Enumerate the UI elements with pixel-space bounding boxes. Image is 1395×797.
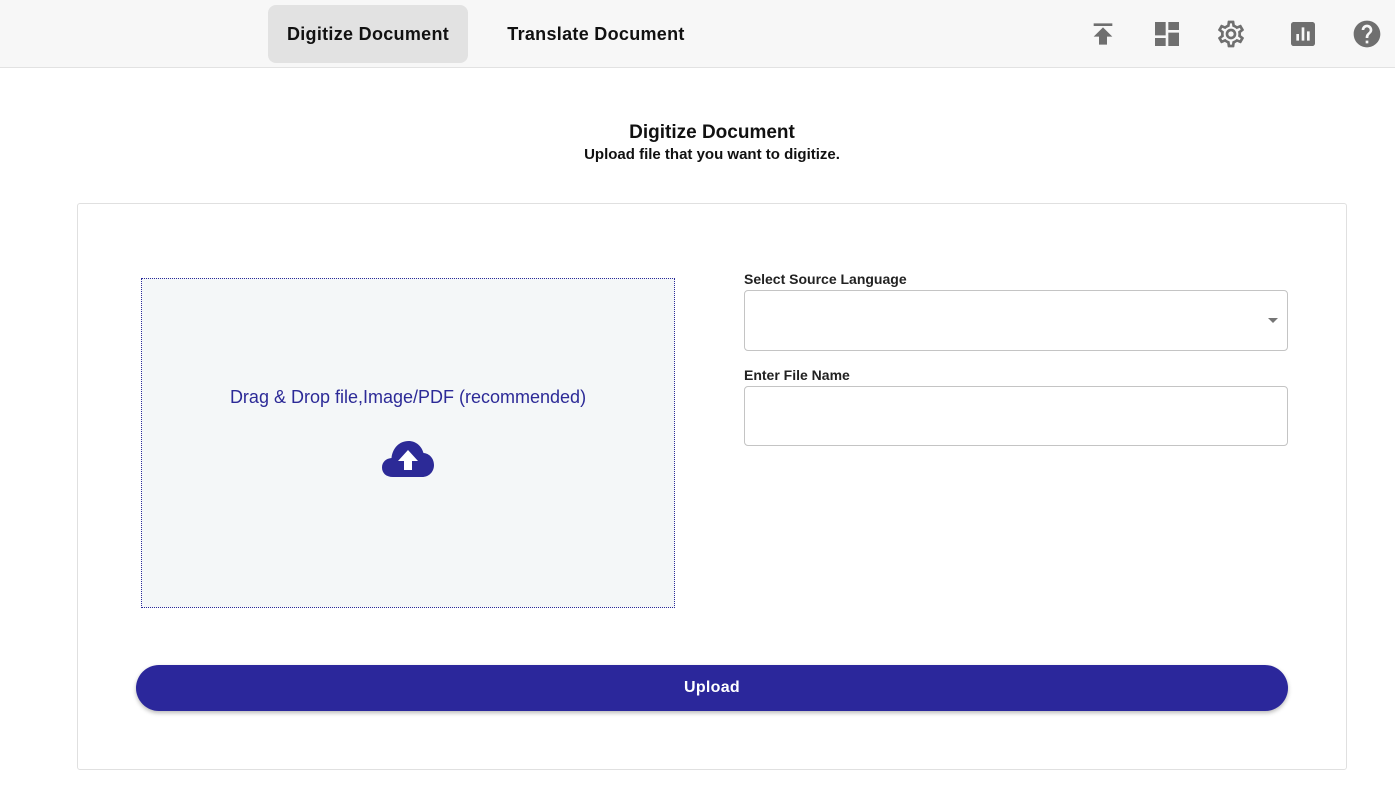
top-navigation-bar: Digitize Document Translate Document xyxy=(0,0,1395,68)
upload-icon[interactable] xyxy=(1087,18,1119,50)
dropzone-instructions: Drag & Drop file,Image/PDF (recommended) xyxy=(229,387,587,407)
chevron-down-icon xyxy=(1265,316,1281,326)
analytics-icon[interactable] xyxy=(1287,18,1319,50)
file-name-input[interactable] xyxy=(744,386,1288,446)
settings-icon[interactable] xyxy=(1215,18,1247,50)
page-title: Digitize Document xyxy=(629,122,795,143)
source-language-select[interactable] xyxy=(744,290,1288,351)
cloud-upload-icon xyxy=(382,439,434,479)
upload-button[interactable]: Upload xyxy=(136,665,1288,711)
dashboard-icon[interactable] xyxy=(1151,18,1183,50)
file-dropzone[interactable]: Drag & Drop file,Image/PDF (recommended) xyxy=(141,278,675,608)
tab-translate-document[interactable]: Translate Document xyxy=(490,5,702,63)
tab-digitize-document[interactable]: Digitize Document xyxy=(268,5,468,63)
source-language-label: Select Source Language xyxy=(744,271,907,287)
file-name-label: Enter File Name xyxy=(744,367,850,383)
page-subtitle: Upload file that you want to digitize. xyxy=(584,146,840,163)
help-icon[interactable] xyxy=(1351,18,1383,50)
